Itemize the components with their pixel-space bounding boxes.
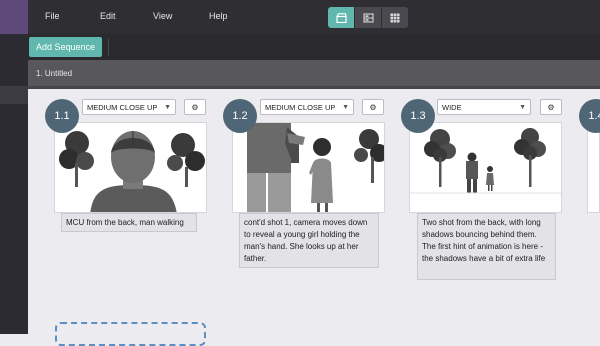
view-mode-toggle <box>328 7 409 28</box>
shot-type-select[interactable]: WIDE ▼ <box>437 99 531 115</box>
shot-caption[interactable]: MCU from the back, man walking <box>61 213 197 232</box>
clapperboard-icon <box>335 12 347 23</box>
chevron-down-icon: ▼ <box>164 104 171 111</box>
view-shot-button[interactable] <box>328 7 354 28</box>
shot-image[interactable] <box>587 122 600 213</box>
shot-number-badge[interactable]: 1.1 <box>45 99 79 133</box>
menu-edit[interactable]: Edit <box>100 11 116 21</box>
shot-type-select[interactable]: MEDIUM CLOSE UP ▼ <box>260 99 354 115</box>
shot-type-value: MEDIUM CLOSE UP <box>265 103 336 112</box>
add-sequence-button[interactable]: Add Sequence <box>29 37 103 57</box>
gear-icon: ⚙ <box>369 102 377 112</box>
sequence-header[interactable]: 1. Untitled <box>28 60 600 86</box>
shot-number-badge[interactable]: 1.2 <box>223 99 257 133</box>
sequence-title: 1. Untitled <box>36 69 73 78</box>
shot-image[interactable] <box>409 122 562 213</box>
shot-type-value: MEDIUM CLOSE UP <box>87 103 158 112</box>
shot-image[interactable] <box>232 122 385 213</box>
shot-sketch-man-back <box>55 123 206 212</box>
chevron-down-icon: ▼ <box>519 104 526 111</box>
menu-view[interactable]: View <box>153 11 172 21</box>
new-sequence-dropzone[interactable] <box>55 322 206 346</box>
chevron-down-icon: ▼ <box>342 104 349 111</box>
shot-type-select[interactable]: MEDIUM CLOSE UP ▼ <box>82 99 176 115</box>
shot-caption[interactable]: Two shot from the back, with long shadow… <box>417 213 556 280</box>
menu-bar: File Edit View Help <box>28 0 600 34</box>
shot-settings-button[interactable]: ⚙ <box>184 99 206 115</box>
tiles-icon <box>390 13 400 22</box>
view-tiles-button[interactable] <box>382 7 408 28</box>
view-storyboard-button[interactable] <box>355 7 381 28</box>
menu-help[interactable]: Help <box>209 11 228 21</box>
shot-sketch-man-and-girl <box>233 123 384 212</box>
sidebar-segment <box>0 86 28 104</box>
shot-settings-button[interactable]: ⚙ <box>540 99 562 115</box>
gear-icon: ⚙ <box>191 102 199 112</box>
shot-image[interactable] <box>54 122 207 213</box>
left-sidebar <box>0 0 28 334</box>
shot-sketch-wide-two-shot <box>410 123 561 212</box>
shot-settings-button[interactable]: ⚙ <box>362 99 384 115</box>
toolbar-divider <box>108 38 109 56</box>
toolbar: Add Sequence <box>28 34 600 60</box>
shot-type-value: WIDE <box>442 103 462 112</box>
sidebar-accent <box>0 0 28 34</box>
shot-number-badge[interactable]: 1.3 <box>401 99 435 133</box>
storyboard-grid-icon <box>362 12 374 23</box>
menu-file[interactable]: File <box>45 11 60 21</box>
gear-icon: ⚙ <box>547 102 555 112</box>
shot-caption[interactable]: cont'd shot 1, camera moves down to reve… <box>239 213 379 268</box>
